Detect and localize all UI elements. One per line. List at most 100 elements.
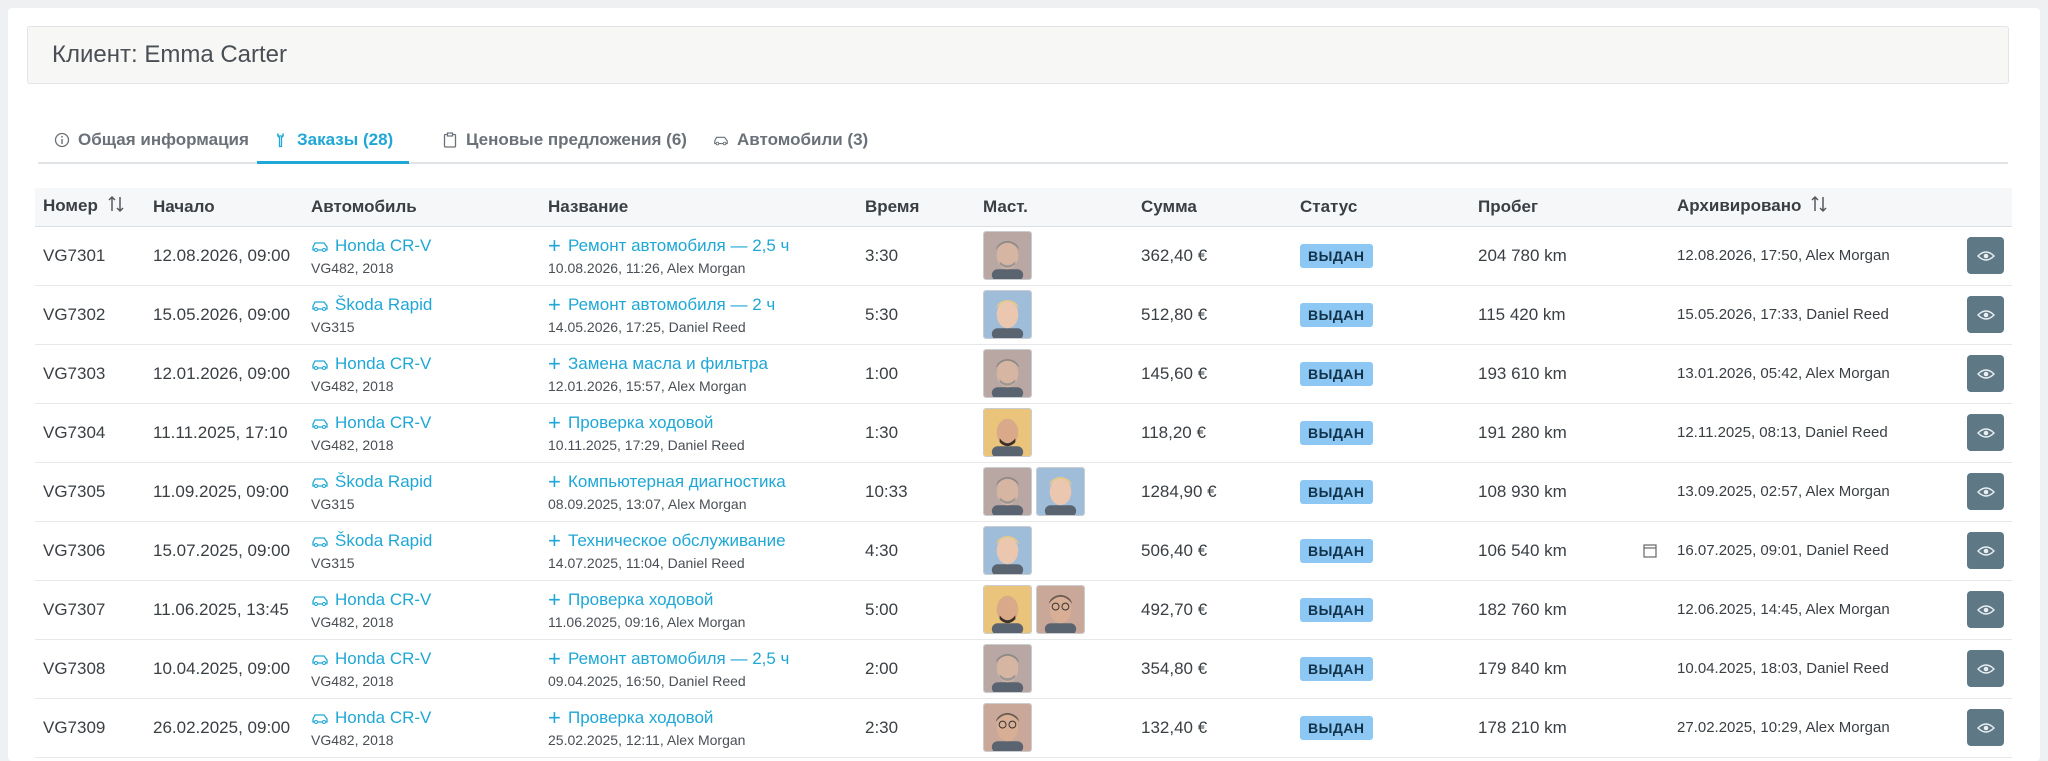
- order-start: 10.04.2025, 09:00: [153, 658, 291, 678]
- car-link[interactable]: Škoda Rapid: [335, 531, 432, 551]
- table-row[interactable]: VG7305 11.09.2025, 09:00 Škoda Rapid VG3…: [35, 462, 2012, 521]
- order-name: + Проверка ходовой 11.06.2025, 09:16, Al…: [540, 580, 857, 639]
- view-button[interactable]: [1967, 296, 2004, 333]
- view-button[interactable]: [1967, 532, 2004, 569]
- order-created: 12.01.2026, 15:57, Alex Morgan: [548, 377, 747, 394]
- table-row[interactable]: VG7309 26.02.2025, 09:00 Honda CR-V VG48…: [35, 698, 2012, 757]
- avatar[interactable]: [983, 703, 1032, 752]
- sort-icon[interactable]: [108, 195, 124, 218]
- avatar[interactable]: [983, 231, 1032, 280]
- eye-icon: [1976, 427, 1995, 438]
- status-badge: ВЫДАН: [1300, 420, 1373, 445]
- column-car[interactable]: Автомобиль: [303, 188, 540, 227]
- avatar[interactable]: [983, 467, 1032, 516]
- table-row[interactable]: VG7306 15.07.2025, 09:00 Škoda Rapid VG3…: [35, 521, 2012, 580]
- plus-icon: +: [548, 468, 561, 494]
- avatar[interactable]: [1036, 585, 1085, 634]
- car-icon: [312, 477, 328, 488]
- column-number[interactable]: Номер: [35, 188, 145, 227]
- table-row[interactable]: VG7307 11.06.2025, 13:45 Honda CR-V VG48…: [35, 580, 2012, 639]
- tab-quotes[interactable]: Ценовые предложения (6): [426, 118, 703, 162]
- table-row[interactable]: VG7301 12.08.2026, 09:00 Honda CR-V VG48…: [35, 226, 2012, 285]
- eye-icon: [1976, 368, 1995, 379]
- avatar[interactable]: [983, 349, 1032, 398]
- car-link[interactable]: Škoda Rapid: [335, 295, 432, 315]
- view-button[interactable]: [1967, 237, 2004, 274]
- calendar-icon[interactable]: [1643, 543, 1657, 558]
- order-link[interactable]: Проверка ходовой: [568, 413, 713, 433]
- column-archived[interactable]: Архивировано: [1669, 188, 2012, 227]
- car-link[interactable]: Honda CR-V: [335, 590, 431, 610]
- plus-icon: +: [548, 586, 561, 612]
- order-archived: 12.11.2025, 08:13, Daniel Reed: [1669, 403, 2012, 462]
- order-link[interactable]: Компьютерная диагностика: [568, 472, 786, 492]
- tab-orders[interactable]: Заказы (28): [257, 118, 410, 164]
- avatar[interactable]: [983, 408, 1032, 457]
- avatar[interactable]: [983, 644, 1032, 693]
- car-link[interactable]: Honda CR-V: [335, 236, 431, 256]
- order-archived: 27.02.2025, 10:29, Alex Morgan: [1669, 698, 2012, 757]
- order-link[interactable]: Техническое обслуживание: [568, 531, 786, 551]
- order-number: VG7307: [43, 599, 106, 619]
- column-sum[interactable]: Сумма: [1133, 188, 1292, 227]
- order-time: 1:30: [865, 422, 899, 442]
- car-icon: [312, 713, 328, 724]
- car-link[interactable]: Honda CR-V: [335, 649, 431, 669]
- order-link[interactable]: Ремонт автомобиля — 2,5 ч: [568, 649, 789, 669]
- car-icon: [312, 418, 328, 429]
- order-created: 25.02.2025, 12:11, Alex Morgan: [548, 731, 746, 748]
- tab-general-info[interactable]: Общая информация: [38, 118, 265, 162]
- car-plate: VG482, 2018: [311, 672, 394, 689]
- view-button[interactable]: [1967, 650, 2004, 687]
- sort-icon[interactable]: [1811, 195, 1827, 218]
- view-button[interactable]: [1967, 414, 2004, 451]
- avatar[interactable]: [983, 585, 1032, 634]
- tab-cars[interactable]: Автомобили (3): [697, 118, 884, 162]
- avatar[interactable]: [1036, 467, 1085, 516]
- archived-value: 12.11.2025, 08:13, Daniel Reed: [1677, 424, 1888, 441]
- avatar[interactable]: [983, 526, 1032, 575]
- order-status: ВЫДАН: [1292, 226, 1470, 285]
- order-name: + Техническое обслуживание 14.07.2025, 1…: [540, 521, 857, 580]
- column-time[interactable]: Время: [857, 188, 975, 227]
- table-row[interactable]: VG7308 10.04.2025, 09:00 Honda CR-V VG48…: [35, 639, 2012, 698]
- mileage-value: 115 420 km: [1478, 304, 1566, 324]
- order-car: Honda CR-V VG482, 2018: [303, 639, 540, 698]
- order-archived: 13.01.2026, 05:42, Alex Morgan: [1669, 344, 2012, 403]
- order-archived: 12.08.2026, 17:50, Alex Morgan: [1669, 226, 2012, 285]
- car-link[interactable]: Honda CR-V: [335, 413, 431, 433]
- order-car: Škoda Rapid VG315: [303, 521, 540, 580]
- car-link[interactable]: Honda CR-V: [335, 708, 431, 728]
- column-name[interactable]: Название: [540, 188, 857, 227]
- view-button[interactable]: [1967, 709, 2004, 746]
- order-status: ВЫДАН: [1292, 344, 1470, 403]
- column-start[interactable]: Начало: [145, 188, 303, 227]
- order-link[interactable]: Ремонт автомобиля — 2 ч: [568, 295, 775, 315]
- car-link[interactable]: Honda CR-V: [335, 354, 431, 374]
- order-link[interactable]: Проверка ходовой: [568, 708, 713, 728]
- view-button[interactable]: [1967, 591, 2004, 628]
- order-created: 14.07.2025, 11:04, Daniel Reed: [548, 554, 745, 571]
- table-row[interactable]: VG7302 15.05.2026, 09:00 Škoda Rapid VG3…: [35, 285, 2012, 344]
- table-row[interactable]: VG7303 12.01.2026, 09:00 Honda CR-V VG48…: [35, 344, 2012, 403]
- column-masters[interactable]: Маст.: [975, 188, 1133, 227]
- order-start: 11.09.2025, 09:00: [153, 481, 289, 501]
- car-link[interactable]: Škoda Rapid: [335, 472, 432, 492]
- order-link[interactable]: Ремонт автомобиля — 2,5 ч: [568, 236, 789, 256]
- view-button[interactable]: [1967, 355, 2004, 392]
- car-plate: VG315: [311, 495, 355, 512]
- view-button[interactable]: [1967, 473, 2004, 510]
- order-masters: [975, 462, 1133, 521]
- order-link[interactable]: Проверка ходовой: [568, 590, 713, 610]
- order-link[interactable]: Замена масла и фильтра: [568, 354, 768, 374]
- order-number: VG7302: [43, 304, 106, 324]
- order-status: ВЫДАН: [1292, 462, 1470, 521]
- column-mileage[interactable]: Пробег: [1470, 188, 1669, 227]
- order-name: + Проверка ходовой 10.11.2025, 17:29, Da…: [540, 403, 857, 462]
- column-status[interactable]: Статус: [1292, 188, 1470, 227]
- avatar[interactable]: [983, 290, 1032, 339]
- order-start: 15.05.2026, 09:00: [153, 304, 291, 324]
- order-time: 1:00: [865, 363, 899, 383]
- plus-icon: +: [548, 350, 561, 376]
- table-row[interactable]: VG7304 11.11.2025, 17:10 Honda CR-V VG48…: [35, 403, 2012, 462]
